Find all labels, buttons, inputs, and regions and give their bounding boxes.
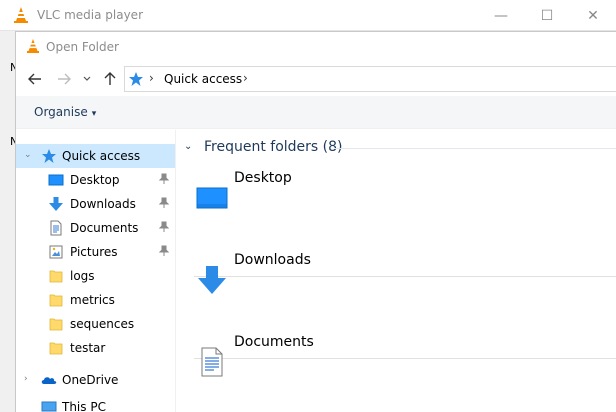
- breadcrumb-separator[interactable]: ›: [243, 71, 248, 85]
- vlc-titlebar: VLC media player — ☐ ✕: [0, 0, 616, 31]
- sidebar-item-pictures[interactable]: Pictures: [16, 240, 176, 264]
- recent-locations-button[interactable]: [81, 70, 93, 88]
- sidebar-item-label: Desktop: [70, 173, 120, 187]
- arrow-up-icon: [104, 72, 116, 85]
- sidebar-item-label: This PC: [62, 400, 106, 412]
- folder-icon: [49, 294, 63, 307]
- sidebar-item-this-pc[interactable]: This PC: [16, 395, 176, 412]
- arrow-right-icon: [58, 73, 71, 85]
- documents-icon: [201, 347, 223, 377]
- back-button[interactable]: [26, 70, 44, 88]
- vlc-window-title: VLC media player: [37, 8, 144, 22]
- desktop-icon: [196, 187, 228, 209]
- organise-label: Organise: [34, 105, 88, 119]
- sidebar-item-documents[interactable]: Documents: [16, 216, 176, 240]
- sidebar-item-sequences[interactable]: sequences: [16, 312, 176, 336]
- sidebar-item-label: metrics: [70, 293, 115, 307]
- sidebar-item-logs[interactable]: logs: [16, 264, 176, 288]
- command-toolbar: Organise ▾: [16, 96, 616, 129]
- quick-access-star-icon: [42, 149, 56, 163]
- chevron-down-icon: [83, 76, 91, 81]
- group-divider: [334, 148, 616, 149]
- download-icon: [49, 197, 63, 211]
- sidebar-item-quick-access[interactable]: ⌄ Quick access: [16, 144, 176, 168]
- breadcrumb-separator[interactable]: ›: [149, 71, 154, 85]
- open-folder-dialog: Open Folder › Quick access › Organise ▾ ⌄: [15, 31, 616, 412]
- expand-chevron-icon[interactable]: ⌄: [24, 150, 32, 160]
- maximize-icon: ☐: [540, 7, 554, 24]
- folder-icon: [49, 318, 63, 331]
- vlc-logo-icon: [14, 7, 28, 23]
- computer-icon: [41, 401, 57, 412]
- minimize-button[interactable]: —: [478, 0, 524, 31]
- pin-icon: [159, 221, 169, 232]
- maximize-button[interactable]: ☐: [524, 0, 570, 31]
- folder-icon: [49, 342, 63, 355]
- sidebar-item-label: testar: [70, 341, 106, 355]
- sidebar-item-label: sequences: [70, 317, 135, 331]
- dialog-titlebar: Open Folder: [16, 32, 616, 62]
- desktop-icon: [48, 174, 64, 186]
- group-header-frequent-folders[interactable]: ⌄ Frequent folders (8): [184, 138, 616, 158]
- sidebar-item-metrics[interactable]: metrics: [16, 288, 176, 312]
- forward-button[interactable]: [55, 70, 73, 88]
- sidebar-item-label: Downloads: [70, 197, 136, 211]
- expand-chevron-icon[interactable]: ›: [24, 374, 28, 384]
- up-button[interactable]: [101, 70, 119, 88]
- sidebar-item-label: OneDrive: [62, 373, 119, 387]
- sidebar-item-label: logs: [70, 269, 95, 283]
- group-title: Frequent folders (8): [204, 139, 343, 155]
- pin-icon: [159, 245, 169, 256]
- pin-icon: [159, 197, 169, 208]
- documents-icon: [50, 220, 62, 236]
- dialog-title: Open Folder: [46, 40, 119, 54]
- sidebar-item-label: Documents: [70, 221, 139, 235]
- folder-tile-name: Downloads: [234, 252, 311, 268]
- chevron-down-icon[interactable]: ⌄: [184, 141, 192, 152]
- sidebar-item-label: Pictures: [70, 245, 118, 259]
- minimize-icon: —: [494, 7, 508, 24]
- breadcrumb-quick-access[interactable]: Quick access: [164, 72, 242, 86]
- vlc-logo-icon: [27, 39, 39, 53]
- navigation-bar: › Quick access ›: [16, 62, 616, 96]
- file-list-pane: ⌄ Frequent folders (8) Desktop Downloads…: [176, 130, 616, 412]
- caret-down-icon: ▾: [91, 109, 97, 119]
- pin-icon: [159, 173, 169, 184]
- sidebar-item-label: Quick access: [62, 149, 141, 163]
- navigation-pane: ⌄ Quick access Desktop Downloads Documen…: [16, 130, 176, 412]
- sidebar-item-onedrive[interactable]: › OneDrive: [16, 368, 176, 392]
- arrow-left-icon: [28, 73, 41, 85]
- folder-tile-name: Documents: [234, 334, 314, 350]
- folder-icon: [49, 270, 63, 283]
- download-icon: [198, 266, 226, 294]
- sidebar-item-desktop[interactable]: Desktop: [16, 168, 176, 192]
- quick-access-star-icon: [129, 72, 143, 86]
- onedrive-cloud-icon: [41, 377, 57, 384]
- folder-tile-name: Desktop: [234, 170, 292, 186]
- vlc-background-strip: N N: [0, 31, 18, 412]
- close-button[interactable]: ✕: [570, 0, 616, 31]
- organise-button[interactable]: Organise ▾: [34, 105, 96, 119]
- folder-tile-downloads[interactable]: Downloads: [196, 252, 616, 334]
- sidebar-item-testar[interactable]: testar: [16, 336, 176, 360]
- folder-tile-desktop[interactable]: Desktop: [196, 170, 616, 252]
- pictures-icon: [49, 245, 63, 259]
- close-icon: ✕: [587, 7, 599, 24]
- address-bar[interactable]: › Quick access ›: [124, 66, 616, 92]
- folder-tile-documents[interactable]: Documents: [196, 334, 616, 412]
- sidebar-item-downloads[interactable]: Downloads: [16, 192, 176, 216]
